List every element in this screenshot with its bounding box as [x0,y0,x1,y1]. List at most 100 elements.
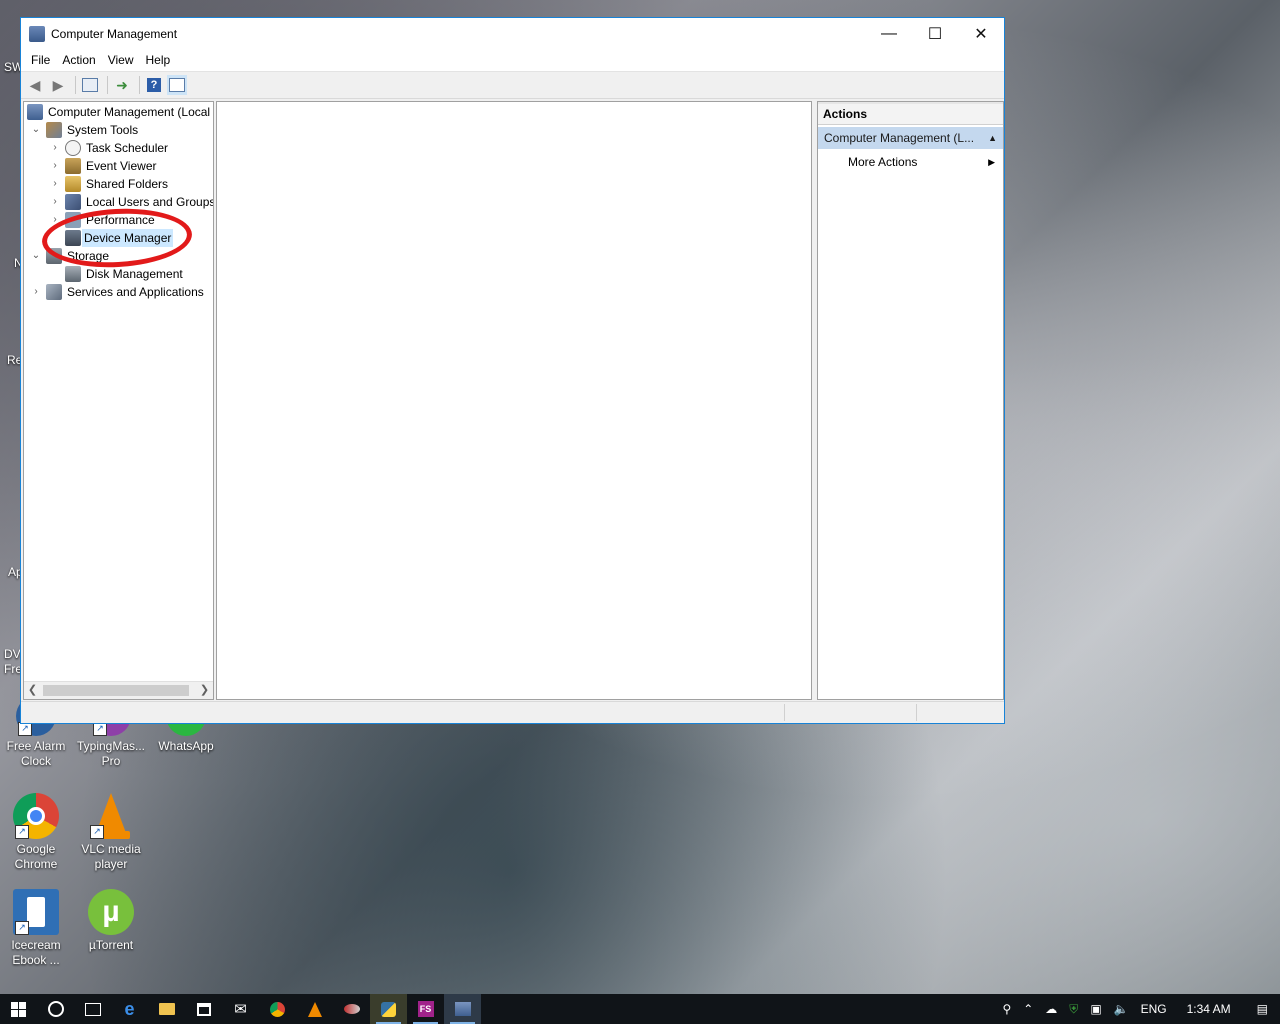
tools-icon [46,122,62,138]
ebook-icon: ↗ [13,889,59,935]
results-pane[interactable] [216,101,812,700]
close-button[interactable]: ✕ [958,18,1004,49]
tree-item-label: Event Viewer [86,159,157,173]
chrome-icon[interactable] [259,994,296,1024]
taskbar: e ✉ FS ⚲ ⌃ ☁ ⛨ ▣ 🔈 ENG 1:34 AM ▤ [0,994,1280,1024]
client-area: Computer Management (Local ⌄ System Tool… [21,99,1004,701]
more-actions-label: More Actions [848,155,918,169]
desktop-icon-label: Google Chrome [14,842,58,871]
status-bar [21,701,1004,723]
tree-item-label: Services and Applications [67,285,204,299]
task-view-icon[interactable] [74,994,111,1024]
desktop-icon-icecream-ebook[interactable]: ↗ Icecream Ebook ... [0,889,72,968]
menu-view[interactable]: View [102,53,140,67]
desktop-icon-utorrent[interactable]: µ µTorrent [75,889,147,953]
console-tree: Computer Management (Local ⌄ System Tool… [23,101,214,700]
computer-management-window: Computer Management — ☐ ✕ File Action Vi… [20,17,1005,724]
maximize-button[interactable]: ☐ [912,18,958,49]
chevron-right-icon[interactable]: › [49,157,61,175]
show-hide-console-tree-icon[interactable] [80,75,100,95]
chevron-right-icon[interactable]: › [49,139,61,157]
window-title: Computer Management [51,26,178,41]
tree-item-label: Task Scheduler [86,141,169,155]
scrollbar-thumb[interactable] [43,685,189,696]
desktop-icon-label: WhatsApp [158,739,214,753]
desktop-icon-label: Free Alarm Clock [6,739,66,768]
tree-item-label: System Tools [67,123,139,137]
language-indicator[interactable]: ENG [1135,1002,1173,1016]
menu-action[interactable]: Action [56,53,101,67]
title-bar[interactable]: Computer Management — ☐ ✕ [21,18,1004,49]
computer-management-icon[interactable] [444,994,481,1024]
computer-management-icon [29,25,45,42]
desktop-icon-google-chrome[interactable]: ↗ Google Chrome [0,793,72,872]
forward-arrow-icon[interactable]: ▶ [48,75,68,95]
desktop-icon-label: VLC media player [81,842,141,871]
computer-management-icon [27,104,43,120]
vlc-icon[interactable] [296,994,333,1024]
chevron-down-icon[interactable]: ⌄ [30,121,42,139]
scroll-left-icon[interactable]: ❮ [24,682,41,699]
desktop-icon-vlc[interactable]: ↗ VLC media player [75,793,147,872]
chevron-right-icon[interactable]: › [49,193,61,211]
status-cell [916,704,917,721]
status-cell [784,704,785,721]
tree-item-label: Disk Management [86,267,183,281]
submenu-arrow-icon: ▶ [988,157,995,167]
file-explorer-icon[interactable] [148,994,185,1024]
chrome-icon: ↗ [13,793,59,839]
event-viewer-icon [65,158,81,174]
tree-item-label: Local Users and Groups [86,195,214,209]
menu-help[interactable]: Help [140,53,177,67]
export-list-icon[interactable]: ➜ [112,75,132,95]
chevron-up-icon[interactable]: ⌃ [1017,1002,1039,1016]
chevron-down-icon[interactable]: ⌄ [30,247,42,265]
actions-group-computer-management[interactable]: Computer Management (L... ▲ [818,127,1003,149]
desktop-icon-label: Icecream Ebook ... [11,938,61,967]
edge-icon[interactable]: e [111,994,148,1024]
back-arrow-icon[interactable]: ◀ [25,75,45,95]
onedrive-icon[interactable]: ☁ [1039,1002,1063,1016]
menu-file[interactable]: File [25,53,56,67]
scroll-right-icon[interactable]: ❯ [196,682,213,699]
store-icon[interactable] [185,994,222,1024]
people-icon[interactable]: ⚲ [996,1002,1017,1016]
action-center-icon[interactable]: ▤ [1245,1002,1280,1016]
tree-item-label: Computer Management (Local [48,105,211,119]
chevron-right-icon[interactable]: › [30,283,42,301]
mail-icon[interactable]: ✉ [222,994,259,1024]
volume-icon[interactable]: 🔈 [1108,1002,1135,1016]
clock[interactable]: 1:34 AM [1173,1002,1245,1016]
system-tray: ⚲ ⌃ ☁ ⛨ ▣ 🔈 ENG 1:34 AM ▤ [996,994,1280,1024]
clock-icon [65,140,81,156]
tree-item-label: Shared Folders [86,177,169,191]
desktop-icon-label: TypingMas... Pro [76,739,146,768]
toolbar-divider [107,76,108,94]
toolbar-divider [75,76,76,94]
services-icon [46,284,62,300]
security-shield-icon[interactable]: ⛨ [1063,1002,1084,1017]
disk-icon [65,266,81,282]
python-icon[interactable] [370,994,407,1024]
start-icon[interactable] [0,994,37,1024]
show-hide-action-pane-icon[interactable] [167,75,187,95]
more-actions-item[interactable]: More Actions ▶ [818,151,1003,173]
desktop-icon-label: µTorrent [88,938,134,952]
minimize-button[interactable]: — [866,18,912,49]
vlc-cone-icon: ↗ [88,793,134,839]
toolbar-divider [139,76,140,94]
cortana-icon[interactable] [37,994,74,1024]
users-icon [65,194,81,210]
collapse-up-icon[interactable]: ▲ [988,127,997,149]
chevron-right-icon[interactable]: › [49,175,61,193]
actions-pane: Actions Computer Management (L... ▲ More… [817,101,1004,700]
actions-group-label: Computer Management (L... [824,131,975,145]
menu-bar: File Action View Help [21,49,1004,72]
help-icon[interactable]: ? [144,75,164,95]
fs-icon[interactable]: FS [407,994,444,1024]
app-icon[interactable] [333,994,370,1024]
toolbar: ◀ ▶ ➜ ? [21,72,1004,99]
actions-header: Actions [818,102,1003,125]
horizontal-scrollbar[interactable]: ❮ ❯ [24,681,213,699]
network-icon[interactable]: ▣ [1084,1002,1107,1016]
